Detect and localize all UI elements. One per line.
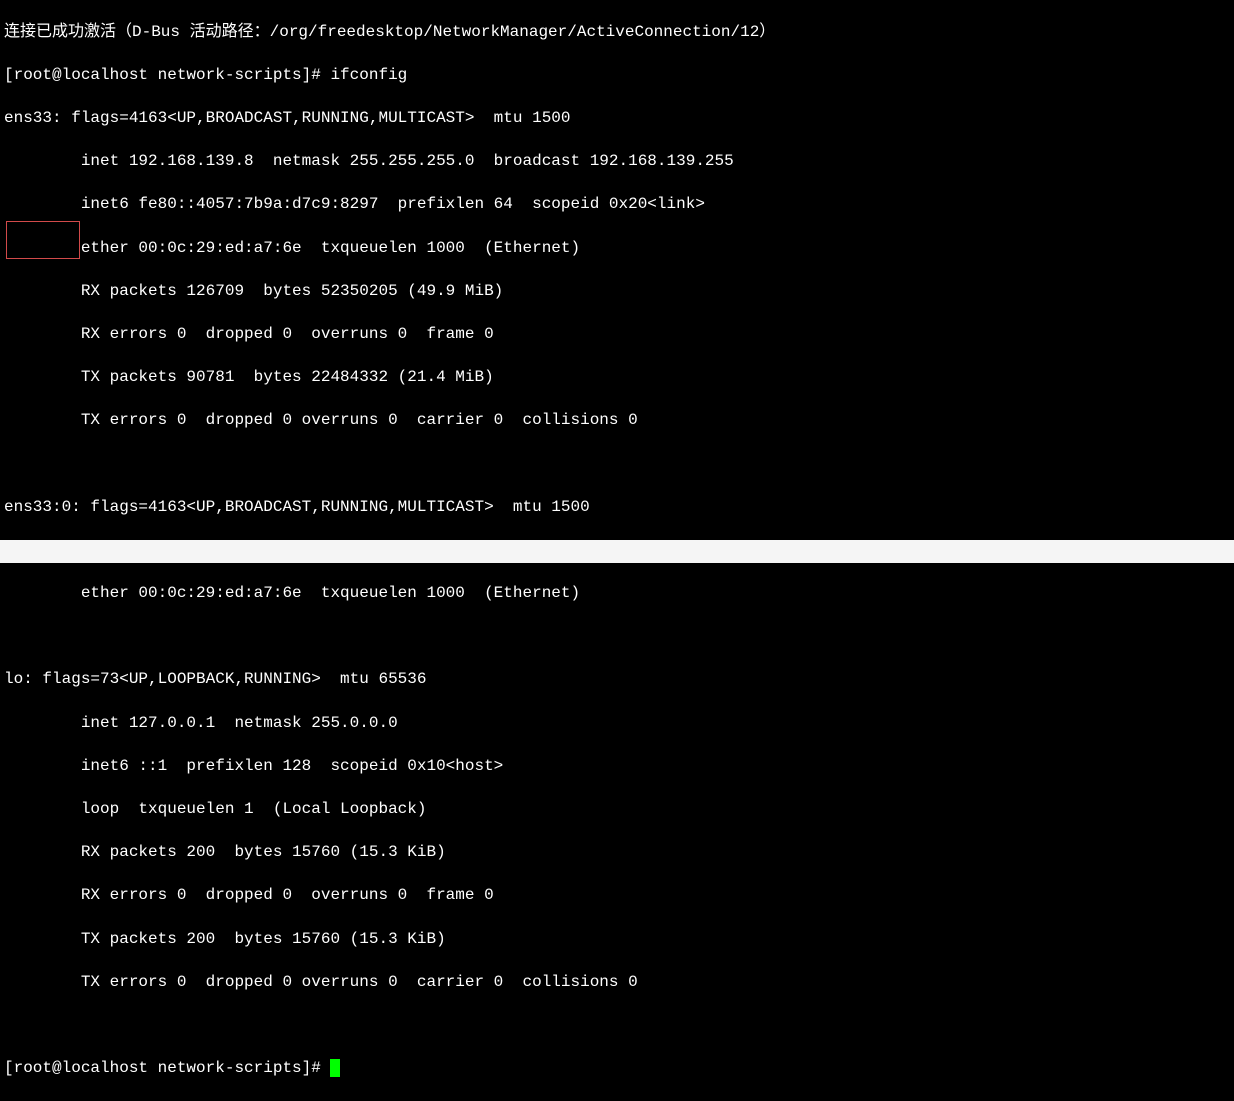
command: ifconfig [330,66,407,84]
lo-tx-errors: TX errors 0 dropped 0 overruns 0 carrier… [4,972,1230,994]
ens33-tx-packets: TX packets 90781 bytes 22484332 (21.4 Mi… [4,367,1230,389]
ens33-rx-errors: RX errors 0 dropped 0 overruns 0 frame 0 [4,324,1230,346]
footer-bar [0,540,1234,563]
status-line: 连接已成功激活（D-Bus 活动路径：/org/freedesktop/Netw… [4,22,1230,44]
lo-rx-packets: RX packets 200 bytes 15760 (15.3 KiB) [4,842,1230,864]
terminal-output[interactable]: 连接已成功激活（D-Bus 活动路径：/org/freedesktop/Netw… [0,0,1234,540]
prompt-line-1: [root@localhost network-scripts]# ifconf… [4,65,1230,87]
lo-loop: loop txqueuelen 1 (Local Loopback) [4,799,1230,821]
lo-inet6: inet6 ::1 prefixlen 128 scopeid 0x10<hos… [4,756,1230,778]
lo-inet: inet 127.0.0.1 netmask 255.0.0.0 [4,713,1230,735]
lo-tx-packets: TX packets 200 bytes 15760 (15.3 KiB) [4,929,1230,951]
ens33-ether: ether 00:0c:29:ed:a7:6e txqueuelen 1000 … [4,238,1230,260]
ens33-inet: inet 192.168.139.8 netmask 255.255.255.0… [4,151,1230,173]
ens33-inet6: inet6 fe80::4057:7b9a:d7c9:8297 prefixle… [4,194,1230,216]
prompt-line-2[interactable]: [root@localhost network-scripts]# [4,1058,1230,1080]
blank-line [4,626,1230,648]
ens33-header: ens33: flags=4163<UP,BROADCAST,RUNNING,M… [4,108,1230,130]
blank-line [4,453,1230,475]
lo-header: lo: flags=73<UP,LOOPBACK,RUNNING> mtu 65… [4,669,1230,691]
ens33-0-ether: ether 00:0c:29:ed:a7:6e txqueuelen 1000 … [4,583,1230,605]
lo-rx-errors: RX errors 0 dropped 0 overruns 0 frame 0 [4,885,1230,907]
cursor-icon [330,1059,340,1077]
ens33-0-header: ens33:0: flags=4163<UP,BROADCAST,RUNNING… [4,497,1230,519]
prompt: [root@localhost network-scripts]# [4,1059,330,1077]
ens33-tx-errors: TX errors 0 dropped 0 overruns 0 carrier… [4,410,1230,432]
ens33-rx-packets: RX packets 126709 bytes 52350205 (49.9 M… [4,281,1230,303]
prompt: [root@localhost network-scripts]# [4,66,330,84]
blank-line [4,1015,1230,1037]
